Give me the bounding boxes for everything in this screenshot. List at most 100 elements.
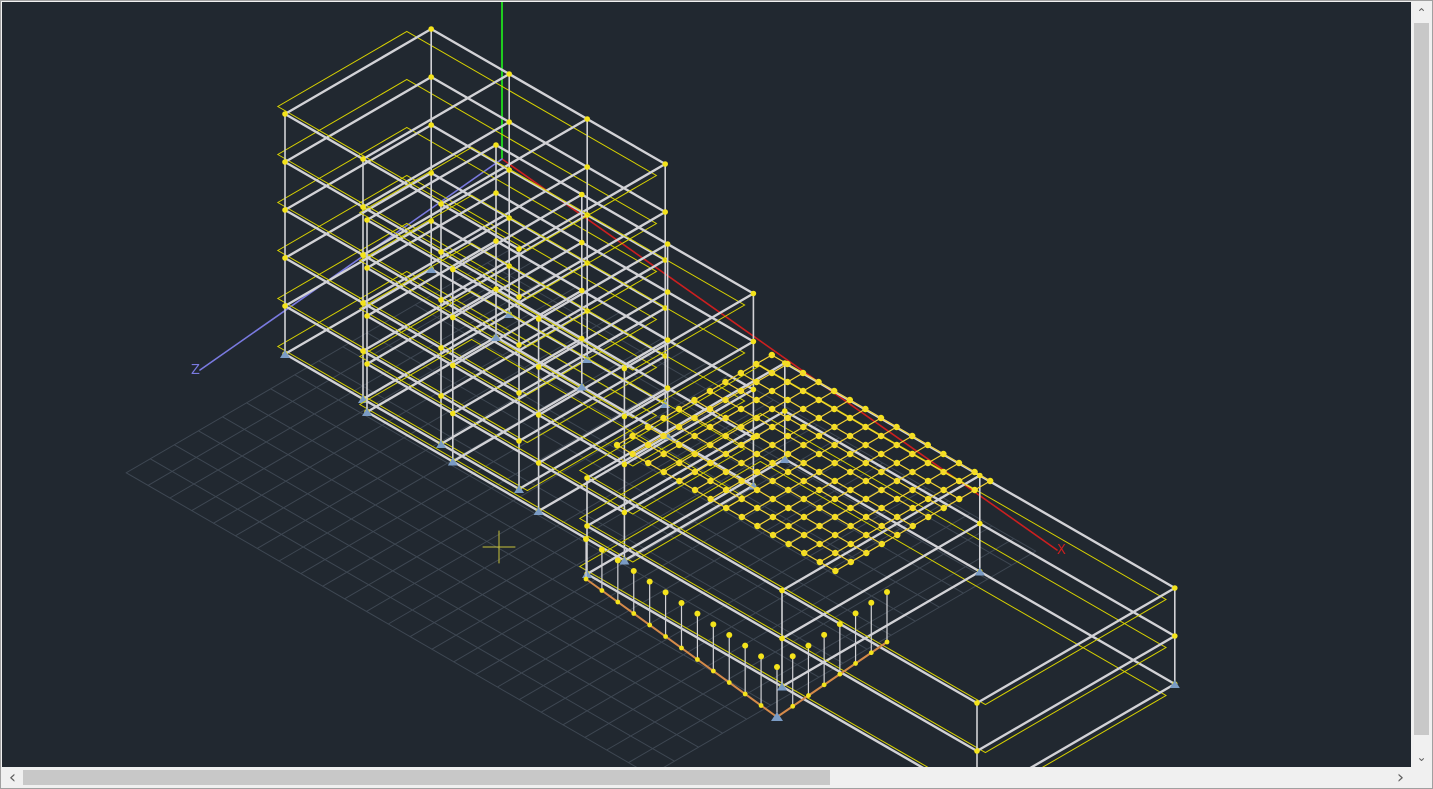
node: [664, 289, 671, 295]
node: [282, 303, 288, 309]
node: [584, 164, 590, 170]
node: [579, 191, 585, 198]
node: [695, 657, 700, 662]
node: [428, 74, 435, 80]
node: [742, 642, 749, 649]
beam: [283, 27, 433, 116]
grid-line: [222, 416, 748, 720]
node: [1172, 633, 1178, 639]
beam: [1029, 682, 1177, 767]
node: [360, 156, 366, 162]
node: [364, 313, 370, 319]
slab-outline: [578, 460, 1167, 767]
structure-viewport[interactable]: Z X: [2, 2, 1411, 767]
node: [1172, 585, 1178, 591]
node: [282, 207, 288, 213]
node: [450, 362, 456, 369]
node: [884, 589, 890, 595]
node: [678, 600, 685, 606]
beam: [361, 72, 511, 161]
node: [779, 587, 785, 594]
node: [974, 700, 980, 706]
grid-line: [173, 444, 700, 748]
beam: [439, 165, 589, 254]
node: [584, 475, 590, 481]
vertical-scrollbar[interactable]: ⌃ ⌄: [1411, 2, 1432, 767]
horizontal-scroll-thumb[interactable]: [23, 770, 830, 785]
grid-line: [663, 550, 1037, 767]
node: [428, 26, 435, 32]
node: [506, 71, 512, 77]
node: [506, 119, 512, 125]
node: [750, 338, 757, 345]
beam: [975, 634, 1177, 753]
node: [868, 650, 874, 656]
node: [805, 642, 812, 649]
grid-line: [246, 402, 772, 706]
beam: [975, 586, 1177, 705]
grid-line: [197, 430, 724, 734]
vertical-scroll-thumb[interactable]: [1414, 23, 1429, 735]
node: [450, 314, 456, 321]
node: [535, 316, 542, 322]
node: [868, 599, 875, 606]
node: [282, 159, 288, 165]
node: [621, 461, 628, 468]
beam: [361, 120, 511, 209]
grid-line: [149, 458, 675, 762]
node: [710, 668, 716, 674]
node: [583, 536, 589, 542]
node: [438, 249, 444, 255]
z-axis-label: Z: [191, 363, 200, 378]
model-window: Z X ⌃ ⌄ ‹ ›: [0, 0, 1433, 789]
node: [579, 335, 585, 342]
node: [782, 408, 788, 414]
node: [779, 635, 785, 642]
node: [679, 645, 684, 651]
node: [710, 621, 717, 628]
scrollbar-corner: [1411, 767, 1432, 788]
node: [884, 639, 890, 645]
node: [599, 588, 605, 593]
node: [742, 691, 748, 697]
node: [664, 385, 671, 391]
node: [836, 621, 843, 628]
node: [790, 703, 796, 709]
node: [663, 634, 668, 639]
chevron-down-icon[interactable]: ⌄: [1411, 746, 1432, 767]
node: [535, 460, 542, 466]
node: [853, 661, 858, 666]
node: [428, 122, 435, 128]
beam: [439, 213, 589, 302]
node: [535, 364, 542, 370]
chevron-up-icon[interactable]: ⌃: [1411, 2, 1432, 23]
x-axis-label: X: [1057, 543, 1066, 558]
node: [282, 111, 288, 117]
node: [694, 610, 701, 617]
node: [364, 217, 370, 223]
chevron-right-icon[interactable]: ›: [1390, 767, 1411, 788]
chevron-left-icon[interactable]: ‹: [2, 767, 23, 788]
horizontal-scrollbar[interactable]: ‹ ›: [2, 767, 1411, 788]
node: [493, 238, 499, 244]
beam: [517, 258, 667, 347]
node: [726, 680, 732, 685]
node: [598, 546, 605, 553]
node: [493, 142, 499, 148]
node: [516, 294, 522, 300]
beam: [361, 168, 511, 257]
node: [758, 703, 764, 708]
node: [450, 266, 456, 273]
structural-model-3d[interactable]: [2, 2, 1411, 767]
node: [438, 393, 444, 399]
node: [579, 287, 585, 294]
node: [614, 557, 621, 564]
node: [621, 413, 628, 420]
node: [516, 246, 522, 252]
node: [726, 632, 733, 638]
node: [646, 578, 653, 585]
node: [630, 568, 637, 574]
node: [516, 390, 522, 396]
node: [438, 201, 444, 207]
beam: [780, 522, 981, 640]
